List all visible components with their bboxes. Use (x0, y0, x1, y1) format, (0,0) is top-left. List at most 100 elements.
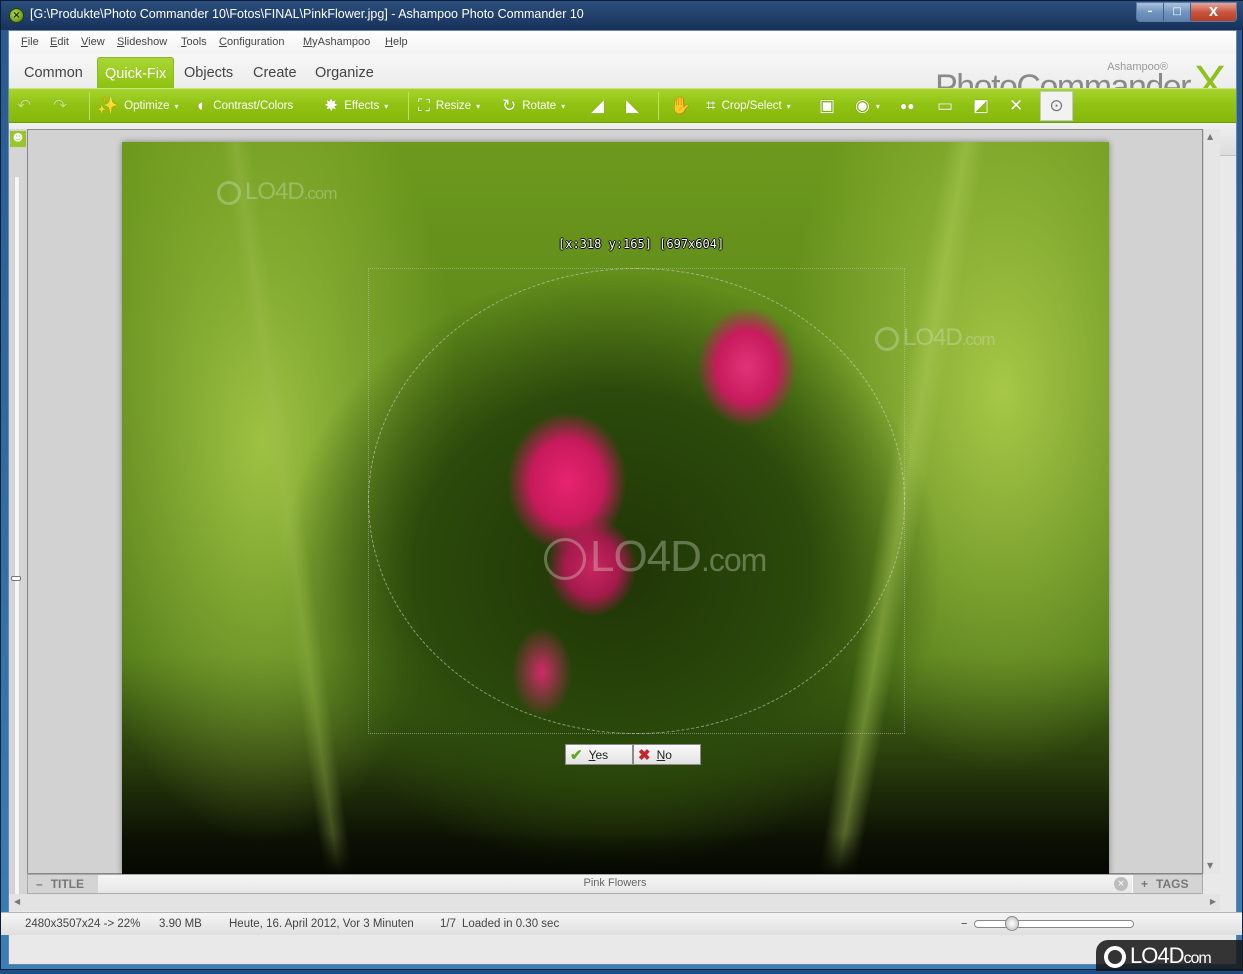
zoom-slider-track[interactable] (974, 920, 1134, 928)
confirm-selection: ✔ Yes ✖ No (565, 744, 701, 765)
status-index: 1/7 (440, 918, 456, 930)
tags-toggle[interactable]: + TAGS (1132, 875, 1202, 893)
watermark-suffix: .com (961, 330, 996, 349)
quick-fix-toolbar: ↶ ↷ ✨ Optimize ▾ ◐ Contrast/Colors ✸ Eff… (9, 88, 1236, 123)
image-title-field[interactable]: Pink Flowers (28, 877, 1202, 889)
menu-edit[interactable]: Edit (50, 36, 69, 48)
tab-objects[interactable]: Objects (177, 57, 240, 88)
toolbar-separator (658, 92, 659, 120)
crop-select-button[interactable]: ⌗ Crop/Select ▾ (706, 89, 791, 123)
rotate-label: Rotate (522, 100, 557, 112)
undo-button[interactable]: ↶ (17, 89, 37, 123)
scroll-up-icon[interactable]: ▲ (1207, 132, 1213, 141)
scroll-down-icon[interactable]: ▼ (1207, 861, 1213, 870)
menu-tools[interactable]: Tools (181, 36, 207, 48)
dots-button[interactable]: ●● (900, 89, 921, 123)
resize-button[interactable]: ⛶ Resize ▾ (418, 89, 480, 123)
redeye-button[interactable]: ◉ ▾ (855, 89, 880, 123)
yes-button[interactable]: ✔ Yes (565, 744, 633, 765)
zoom-out-icon[interactable]: – (961, 916, 968, 931)
menu-myashampoo[interactable]: MyAshampoo (303, 36, 370, 48)
flip-vertical-button[interactable]: ◣ (626, 89, 645, 123)
watermark-text: LO4D (903, 324, 963, 351)
zoom-slider-thumb[interactable] (1005, 916, 1019, 931)
no-button[interactable]: ✖ No (633, 744, 701, 765)
crop-icon: ⌗ (706, 96, 716, 115)
hand-icon: ✋ (670, 96, 692, 115)
clear-title-icon[interactable]: × (1114, 877, 1128, 891)
flip-vertical-icon: ◣ (626, 96, 640, 115)
focus-button[interactable]: ⊙ (1040, 91, 1073, 121)
flip-horizontal-icon: ◢ (591, 96, 605, 115)
fill-button[interactable]: ◩ (973, 89, 995, 123)
selection-coordinates: [x:318 y:165] [697x604] (558, 237, 725, 251)
tab-organize[interactable]: Organize (308, 57, 381, 88)
photo-detail (122, 834, 1109, 874)
chevron-down-icon: ▾ (786, 101, 791, 111)
watermark-text: LO4D (245, 178, 305, 205)
scroll-left-icon[interactable]: ◀ (14, 897, 20, 906)
image-viewer[interactable]: LO4D.com LO4D.com LO4D.com [x:318 y:165]… (27, 129, 1203, 874)
repair-button[interactable]: ✕ (1009, 89, 1029, 123)
watermark-suffix: .com (303, 184, 338, 203)
lo4d-logo-icon (1104, 946, 1126, 969)
vertical-scrollbar[interactable]: ▲ ▼ (1203, 129, 1220, 874)
watermark-icon (217, 180, 241, 205)
chevron-down-icon: ▾ (875, 101, 880, 111)
info-bar: – TITLE Pink Flowers × + TAGS (27, 874, 1203, 894)
picture-icon: ▣ (819, 96, 836, 115)
paint-bucket-icon: ◩ (973, 96, 990, 115)
ribbon-tabs: Common Quick-Fix Objects Create Organize… (9, 54, 1236, 108)
tab-quick-fix[interactable]: Quick-Fix (97, 57, 175, 88)
undo-icon: ↶ (17, 96, 32, 115)
effects-button[interactable]: ✸ Effects ▾ (324, 89, 388, 123)
tab-create[interactable]: Create (246, 57, 304, 88)
menu-view[interactable]: View (81, 36, 105, 48)
vertical-zoom-thumb[interactable] (11, 576, 21, 581)
window-title: [G:\Produkte\Photo Commander 10\Fotos\FI… (30, 7, 584, 21)
focus-icon: ⊙ (1049, 96, 1064, 115)
resize-label: Resize (435, 100, 472, 112)
menu-slideshow[interactable]: Slideshow (117, 36, 167, 48)
toolbar-separator (89, 92, 90, 120)
title-bar[interactable]: × [G:\Produkte\Photo Commander 10\Fotos\… (1, 1, 1243, 30)
flip-horizontal-button[interactable]: ◢ (591, 89, 610, 123)
menu-file[interactable]: File (21, 36, 39, 48)
app-icon[interactable]: × (9, 8, 24, 23)
contrast-colors-button[interactable]: ◐ Contrast/Colors (197, 89, 293, 123)
optimize-label: Optimize (124, 100, 170, 112)
selection-ellipse[interactable] (368, 268, 905, 734)
pan-button[interactable]: ✋ (670, 89, 697, 123)
panel-toggle-icon[interactable]: ☻ (10, 131, 26, 147)
picture-button[interactable]: ▣ (819, 89, 841, 123)
lo4d-badge: LO4Dcom (1096, 940, 1243, 971)
tab-common[interactable]: Common (17, 57, 90, 88)
minimize-button[interactable]: – (1137, 3, 1164, 21)
magic-wand-icon: ✨ (97, 96, 119, 115)
bandage-icon: ✕ (1009, 96, 1024, 115)
toolbar-separator (408, 92, 409, 120)
chevron-down-icon: ▾ (561, 101, 566, 111)
contrast-colors-label: Contrast/Colors (213, 100, 294, 112)
menu-configuration[interactable]: Configuration (219, 36, 284, 48)
optimize-button[interactable]: ✨ Optimize ▾ (97, 89, 179, 123)
scroll-right-icon[interactable]: ▶ (1210, 897, 1216, 906)
close-button[interactable]: X (1191, 3, 1236, 21)
rotate-button[interactable]: ↻ Rotate ▾ (502, 89, 565, 123)
horizontal-scrollbar[interactable]: ◀ ▶ (9, 894, 1220, 911)
menu-help[interactable]: Help (385, 36, 408, 48)
redo-button[interactable]: ↷ (53, 89, 73, 123)
tags-label: TAGS (1156, 877, 1189, 891)
eraser-button[interactable]: ▭ (937, 89, 959, 123)
photo-detail (220, 142, 354, 874)
vertical-zoom-track[interactable] (14, 176, 20, 906)
status-bar: 2480x3507x24 -> 22% 3.90 MB Heute, 16. A… (1, 912, 1242, 935)
check-icon: ✔ (570, 746, 583, 764)
effects-icon: ✸ (324, 96, 339, 115)
redo-icon: ↷ (53, 96, 68, 115)
no-label: No (656, 747, 672, 762)
chevron-down-icon: ▾ (476, 101, 481, 111)
rotate-icon: ↻ (502, 96, 517, 115)
photo-pink-flowers[interactable]: LO4D.com LO4D.com LO4D.com [x:318 y:165]… (122, 142, 1109, 874)
maximize-button[interactable]: □ (1164, 3, 1191, 21)
